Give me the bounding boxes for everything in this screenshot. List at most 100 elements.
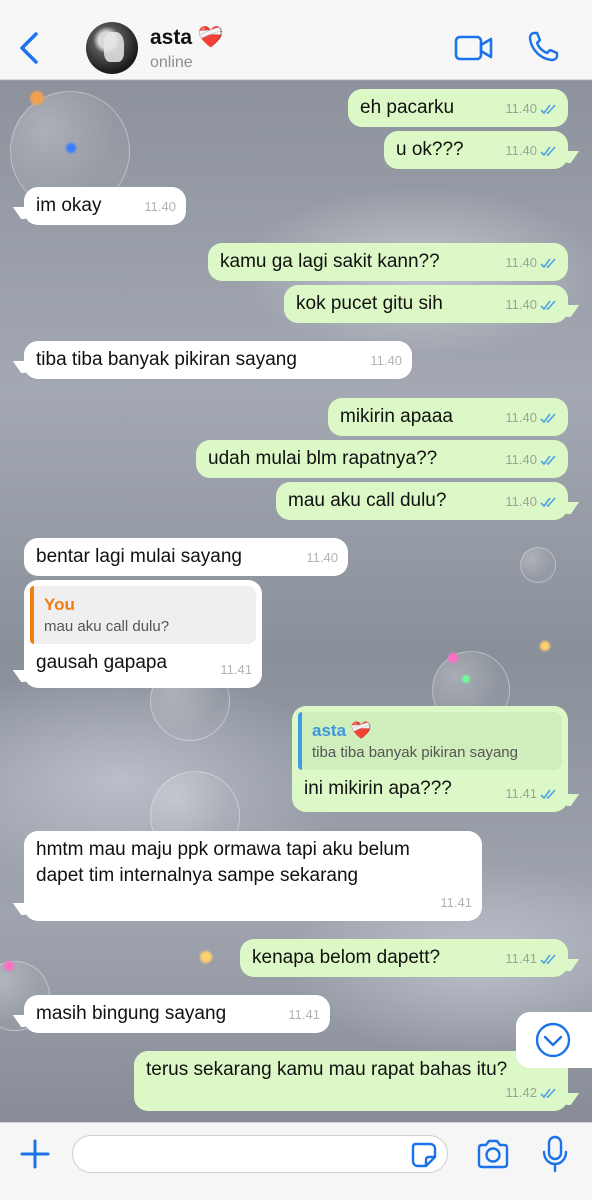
sparkle bbox=[540, 641, 550, 651]
read-ticks-icon bbox=[540, 497, 556, 508]
incoming-message[interactable]: bentar lagi mulai sayang 11.40 bbox=[24, 538, 348, 576]
message-meta: 11.40 bbox=[505, 447, 558, 473]
quote-author: You bbox=[44, 595, 75, 614]
outgoing-message[interactable]: kamu ga lagi sakit kann?? 11.40 bbox=[208, 243, 568, 281]
message-text: masih bingung sayang bbox=[36, 1003, 227, 1024]
message-meta: 11.40 bbox=[370, 348, 402, 374]
camera-button[interactable] bbox=[476, 1139, 510, 1169]
message-text: im okay bbox=[36, 195, 102, 216]
message-meta: 11.41 bbox=[288, 1002, 320, 1028]
sticker-icon bbox=[411, 1142, 437, 1168]
sparkle bbox=[30, 91, 44, 105]
chat-header: asta ❤️‍🩹 online bbox=[0, 0, 592, 80]
message-meta: 11.41 bbox=[220, 657, 252, 683]
incoming-message[interactable]: masih bingung sayang 11.41 bbox=[24, 995, 330, 1033]
message-text: mikirin apaaa bbox=[340, 406, 453, 427]
plus-icon bbox=[20, 1139, 50, 1169]
background-bubble bbox=[520, 547, 556, 583]
contact-status: online bbox=[150, 54, 193, 71]
outgoing-message[interactable]: eh pacarku 11.40 bbox=[348, 89, 568, 127]
sticker-button[interactable] bbox=[410, 1141, 438, 1169]
message-time: 11.41 bbox=[505, 786, 537, 801]
message-text: mau aku call dulu? bbox=[288, 490, 447, 511]
microphone-button[interactable] bbox=[542, 1135, 568, 1173]
message-time: 11.40 bbox=[505, 452, 537, 467]
message-time: 11.40 bbox=[505, 297, 537, 312]
message-time: 11.40 bbox=[306, 550, 338, 565]
sparkle bbox=[448, 653, 458, 663]
message-time: 11.40 bbox=[505, 143, 537, 158]
message-text: kenapa belom dapett? bbox=[252, 947, 441, 968]
video-call-icon bbox=[454, 35, 493, 61]
sparkle bbox=[4, 961, 14, 971]
message-meta: 11.40 bbox=[144, 194, 176, 220]
message-time: 11.40 bbox=[505, 255, 537, 270]
message-meta: 11.41 bbox=[505, 781, 558, 807]
message-time: 11.41 bbox=[440, 895, 472, 910]
read-ticks-icon bbox=[540, 1088, 556, 1099]
outgoing-message[interactable]: udah mulai blm rapatnya?? 11.40 bbox=[196, 440, 568, 478]
outgoing-message[interactable]: mikirin apaaa 11.40 bbox=[328, 398, 568, 436]
message-text: gausah gapapa bbox=[36, 652, 168, 673]
message-time: 11.40 bbox=[144, 199, 176, 214]
message-input-bar bbox=[0, 1122, 592, 1200]
message-text: u ok??? bbox=[396, 139, 464, 160]
message-time: 11.40 bbox=[505, 101, 537, 116]
chevron-down-circle-icon bbox=[535, 1022, 571, 1058]
message-text: bentar lagi mulai sayang bbox=[36, 546, 242, 567]
message-time: 11.41 bbox=[220, 662, 252, 677]
attach-button[interactable] bbox=[18, 1137, 52, 1171]
message-meta: 11.42 bbox=[505, 1080, 558, 1106]
outgoing-message[interactable]: u ok??? 11.40 bbox=[384, 131, 568, 169]
message-time: 11.41 bbox=[288, 1007, 320, 1022]
read-ticks-icon bbox=[540, 789, 556, 800]
read-ticks-icon bbox=[540, 300, 556, 311]
incoming-message[interactable]: tiba tiba banyak pikiran sayang 11.40 bbox=[24, 341, 412, 379]
message-text: kamu ga lagi sakit kann?? bbox=[220, 251, 440, 272]
read-ticks-icon bbox=[540, 954, 556, 965]
quoted-message[interactable]: You mau aku call dulu? bbox=[30, 586, 256, 644]
quoted-message[interactable]: asta ❤️‍🩹 tiba tiba banyak pikiran sayan… bbox=[298, 712, 562, 770]
quote-text: mau aku call dulu? bbox=[44, 618, 170, 635]
message-meta: 11.41 bbox=[505, 946, 558, 972]
contact-name[interactable]: asta ❤️‍🩹 bbox=[150, 26, 224, 50]
outgoing-message[interactable]: kenapa belom dapett? 11.41 bbox=[240, 939, 568, 977]
read-ticks-icon bbox=[540, 258, 556, 269]
message-meta: 11.41 bbox=[440, 890, 472, 916]
back-button[interactable] bbox=[14, 28, 44, 68]
incoming-message[interactable]: hmtm mau maju ppk ormawa tapi aku belum … bbox=[24, 831, 482, 921]
message-input[interactable] bbox=[72, 1135, 448, 1173]
sparkle bbox=[462, 675, 470, 683]
outgoing-message[interactable]: kok pucet gitu sih 11.40 bbox=[284, 285, 568, 323]
quote-text: tiba tiba banyak pikiran sayang bbox=[312, 744, 518, 761]
message-meta: 11.40 bbox=[306, 545, 338, 571]
message-text: udah mulai blm rapatnya?? bbox=[208, 448, 438, 469]
quote-author: asta ❤️‍🩹 bbox=[312, 721, 372, 740]
read-ticks-icon bbox=[540, 455, 556, 466]
message-text: tiba tiba banyak pikiran sayang bbox=[36, 349, 297, 370]
incoming-reply-message[interactable]: You mau aku call dulu? gausah gapapa 11.… bbox=[24, 580, 262, 688]
message-text: kok pucet gitu sih bbox=[296, 293, 443, 314]
read-ticks-icon bbox=[540, 104, 556, 115]
outgoing-message[interactable]: terus sekarang kamu mau rapat bahas itu?… bbox=[134, 1051, 568, 1111]
message-meta: 11.40 bbox=[505, 250, 558, 276]
message-meta: 11.40 bbox=[505, 489, 558, 515]
message-meta: 11.40 bbox=[505, 138, 558, 164]
message-meta: 11.40 bbox=[505, 96, 558, 122]
avatar[interactable] bbox=[86, 22, 138, 74]
message-time: 11.40 bbox=[505, 410, 537, 425]
message-text: terus sekarang kamu mau rapat bahas itu? bbox=[146, 1059, 508, 1080]
outgoing-reply-message[interactable]: asta ❤️‍🩹 tiba tiba banyak pikiran sayan… bbox=[292, 706, 568, 812]
phone-icon bbox=[528, 31, 559, 62]
video-call-button[interactable] bbox=[454, 32, 494, 64]
sparkle bbox=[66, 143, 76, 153]
message-time: 11.40 bbox=[370, 353, 402, 368]
message-text-line: hmtm mau maju ppk ormawa tapi aku belum bbox=[36, 839, 410, 860]
scroll-to-bottom-button[interactable] bbox=[516, 1012, 592, 1068]
voice-call-button[interactable] bbox=[526, 30, 560, 64]
chat-area[interactable]: eh pacarku 11.40 u ok??? 11.40 im okay 1… bbox=[0, 81, 592, 1122]
microphone-icon bbox=[542, 1135, 568, 1173]
incoming-message[interactable]: im okay 11.40 bbox=[24, 187, 186, 225]
outgoing-message[interactable]: mau aku call dulu? 11.40 bbox=[276, 482, 568, 520]
message-time: 11.42 bbox=[505, 1085, 537, 1100]
